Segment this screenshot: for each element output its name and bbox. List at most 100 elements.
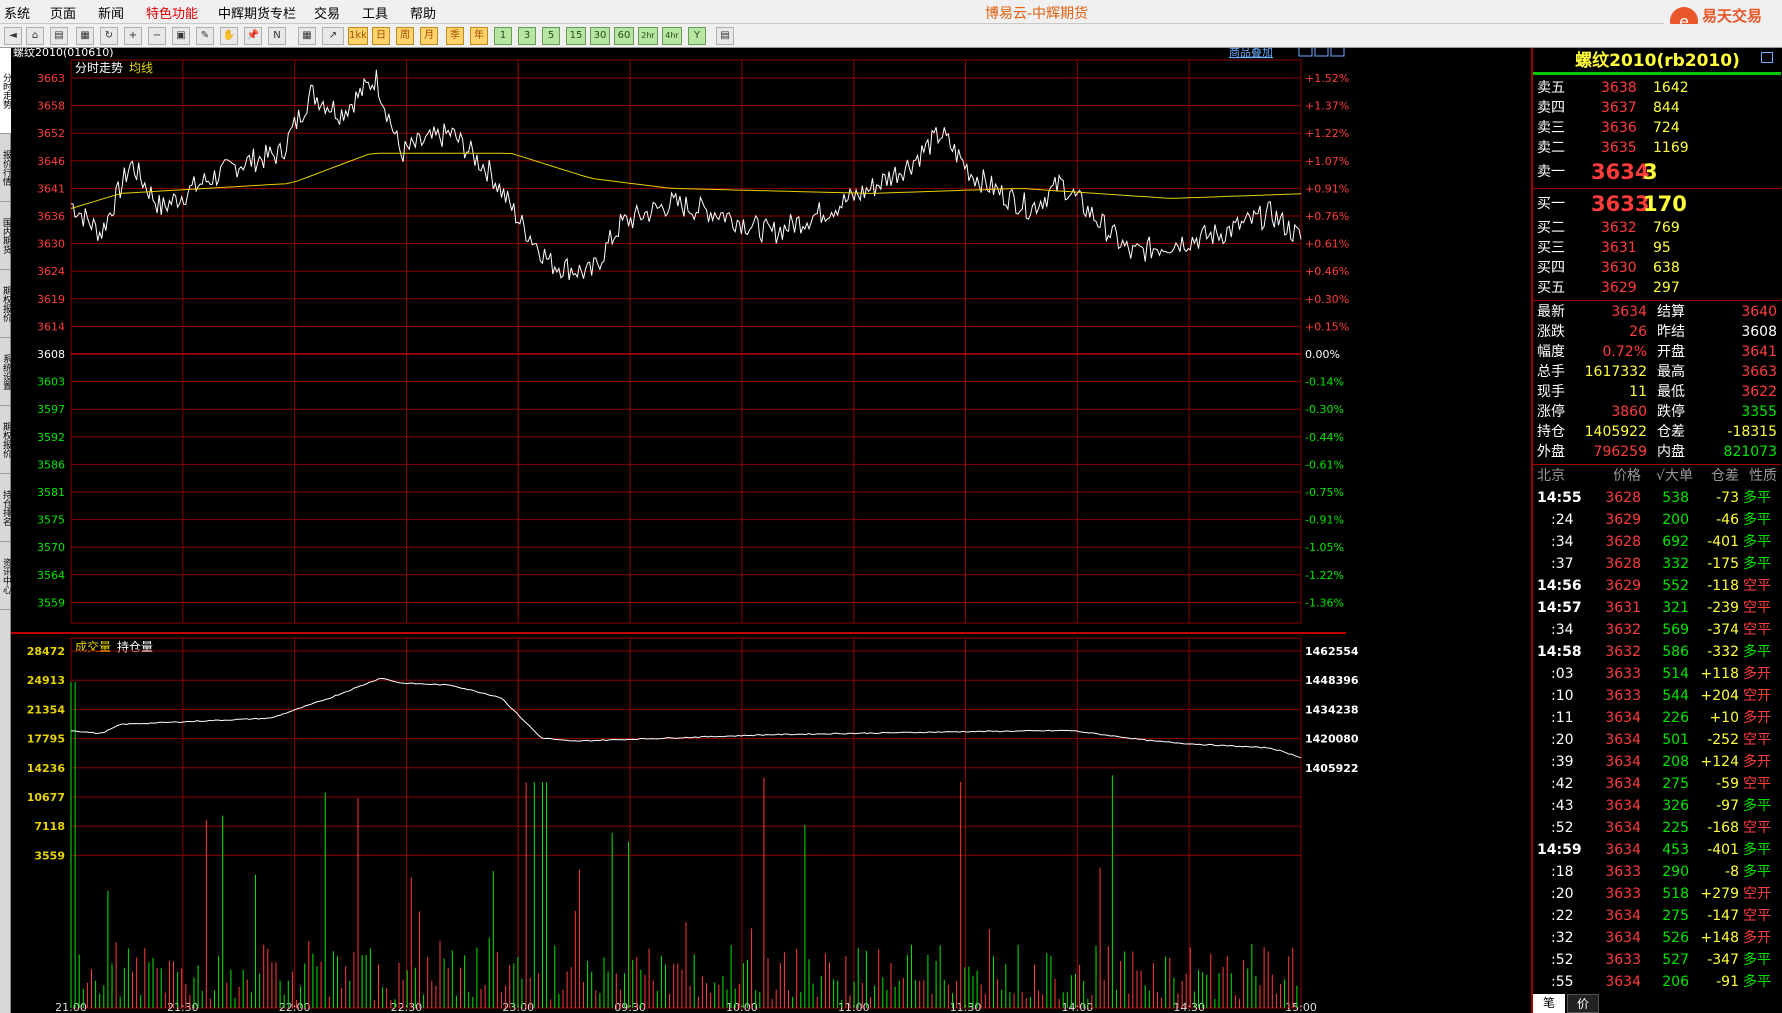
book-icon[interactable]: ▤ — [50, 27, 68, 45]
pct-axis-label: +0.30% — [1305, 293, 1349, 306]
calculator-icon[interactable]: ▤ — [716, 27, 734, 45]
tick-time: 14:56 — [1537, 578, 1582, 594]
pct-axis-label: -1.05% — [1305, 541, 1344, 554]
table-icon[interactable]: ▦ — [298, 27, 316, 45]
tick-time: :20 — [1551, 886, 1574, 902]
intraday-chart[interactable]: 21:0021:3022:0022:3023:0009:3010:0011:00… — [11, 48, 1531, 1013]
toolbar-period-30min[interactable]: 30 — [590, 27, 610, 45]
toolbar-period-week[interactable]: 周 — [396, 27, 414, 45]
new-icon[interactable]: N — [268, 27, 286, 45]
tick-volume: 538 — [1662, 490, 1689, 506]
tick-time: :22 — [1551, 908, 1574, 924]
side-tab-quotes[interactable]: 报价行情 — [0, 134, 11, 202]
tick-volume: 552 — [1662, 578, 1689, 594]
tick-price: 3634 — [1605, 908, 1641, 924]
menu-news[interactable]: 新闻 — [98, 3, 124, 22]
zoom-out-icon[interactable]: − — [148, 27, 166, 45]
toolbar-period-3min[interactable]: 3 — [518, 27, 536, 45]
toolbar-period-quarter[interactable]: 季 — [446, 27, 464, 45]
ask-price: 3635 — [1601, 140, 1637, 156]
bid-label: 买一 — [1537, 196, 1565, 212]
tick-price: 3629 — [1605, 512, 1641, 528]
home-icon[interactable]: ⌂ — [26, 27, 44, 45]
tick-volume: 290 — [1662, 864, 1689, 880]
tick-time: 14:59 — [1537, 842, 1582, 858]
pct-axis-label: +0.15% — [1305, 320, 1349, 333]
menu-help[interactable]: 帮助 — [410, 3, 436, 22]
ask-volume: 1169 — [1653, 140, 1689, 156]
bid-volume: 297 — [1653, 280, 1680, 296]
toolbar-period-month[interactable]: 月 — [420, 27, 438, 45]
tick-time: :20 — [1551, 732, 1574, 748]
maximize-icon[interactable] — [1761, 52, 1773, 63]
tick-nature: 多平 — [1743, 864, 1771, 880]
side-tab-intraday[interactable]: 分时走势 — [0, 48, 11, 134]
menu-zhonghui[interactable]: 中辉期货专栏 — [218, 3, 296, 22]
toolbar-period-day[interactable]: 日 — [372, 27, 390, 45]
window-icon[interactable]: ▣ — [172, 27, 190, 45]
tick-nature: 多平 — [1743, 644, 1771, 660]
side-tab-options[interactable]: 期权报价 — [0, 270, 11, 338]
menu-tools[interactable]: 工具 — [362, 3, 388, 22]
menu-features[interactable]: 特色功能 — [146, 3, 198, 22]
price-axis-label: 3581 — [37, 486, 65, 499]
pin-icon[interactable]: 📌 — [244, 27, 262, 45]
tab-ticks[interactable]: 笔 — [1533, 994, 1565, 1013]
volume-axis-label: 21354 — [27, 703, 66, 716]
toolbar-period-5min[interactable]: 5 — [542, 27, 560, 45]
refresh-icon[interactable]: ↻ — [100, 27, 118, 45]
panel-title: 螺纹2010(rb2010) — [1533, 48, 1782, 74]
menu-system[interactable]: 系统 — [4, 3, 30, 22]
menu-trade[interactable]: 交易 — [314, 3, 340, 22]
bid-price: 3632 — [1601, 220, 1637, 236]
tick-time: 14:55 — [1537, 490, 1582, 506]
toolbar-period-2hr[interactable]: 2hr — [638, 27, 658, 45]
toolbar-period-1min[interactable]: 1 — [494, 27, 512, 45]
zoom-in-icon[interactable]: + — [124, 27, 142, 45]
tick-volume: 332 — [1662, 556, 1689, 572]
chart-line-icon[interactable]: ↗ — [322, 27, 344, 45]
tick-time: :11 — [1551, 710, 1574, 726]
pen-icon[interactable]: ✎ — [196, 27, 214, 45]
tick-oi-change: +124 — [1700, 754, 1739, 770]
hand-icon[interactable]: ✋ — [220, 27, 238, 45]
ask-volume: 724 — [1653, 120, 1680, 136]
menu-page[interactable]: 页面 — [50, 3, 76, 22]
list-icon[interactable]: ▦ — [76, 27, 94, 45]
tick-price: 3633 — [1605, 864, 1641, 880]
chart-area[interactable]: 21:0021:3022:0022:3023:0009:3010:0011:00… — [11, 48, 1531, 1013]
ask-label: 卖三 — [1537, 120, 1565, 136]
tab-price[interactable]: 价 — [1567, 994, 1599, 1013]
title-underline — [1533, 72, 1781, 75]
tick-oi-change: -332 — [1707, 644, 1739, 660]
side-tab-ranking[interactable]: 持仓排名 — [0, 474, 11, 542]
price-axis-label: 3663 — [37, 72, 65, 85]
tick-time: :03 — [1551, 666, 1574, 682]
menubar: 系统 页面 新闻 特色功能 中辉期货专栏 交易 工具 帮助 博易云-中辉期货 — [0, 0, 1782, 24]
back-icon[interactable]: ◄ — [4, 27, 22, 45]
tick-nature: 空平 — [1743, 908, 1771, 924]
side-tab-options2[interactable]: 期权报价 — [0, 406, 11, 474]
toolbar-period-60min[interactable]: 60 — [614, 27, 634, 45]
volume-axis-label: 10677 — [27, 791, 65, 804]
tick-oi-change: -239 — [1707, 600, 1739, 616]
side-tab-settings[interactable]: 系统设置 — [0, 338, 11, 406]
toolbar-period-year[interactable]: 年 — [470, 27, 488, 45]
stat-label: 外盘 — [1537, 444, 1565, 460]
toolbar-period-4hr[interactable]: 4hr — [662, 27, 682, 45]
pct-axis-label: -0.44% — [1305, 431, 1344, 444]
stats-divider — [1533, 300, 1781, 301]
tick-nature: 多开 — [1743, 666, 1771, 682]
tick-volume: 275 — [1662, 776, 1689, 792]
price-axis-label: 3614 — [37, 320, 65, 333]
tick-nature: 多平 — [1743, 952, 1771, 968]
side-tab-futures[interactable]: 国内期货 — [0, 202, 11, 270]
stat-label: 最低 — [1657, 384, 1685, 400]
price-axis-label: 3652 — [37, 127, 65, 140]
toolbar-period-15min[interactable]: 15 — [566, 27, 586, 45]
ask-price: 3634 — [1591, 160, 1650, 184]
toolbar-period-y[interactable]: Y — [688, 27, 706, 45]
toolbar-period-1kk[interactable]: 1kk — [348, 27, 368, 45]
side-tab-news[interactable]: 资讯中心 — [0, 542, 11, 610]
tick-oi-change: -147 — [1707, 908, 1739, 924]
